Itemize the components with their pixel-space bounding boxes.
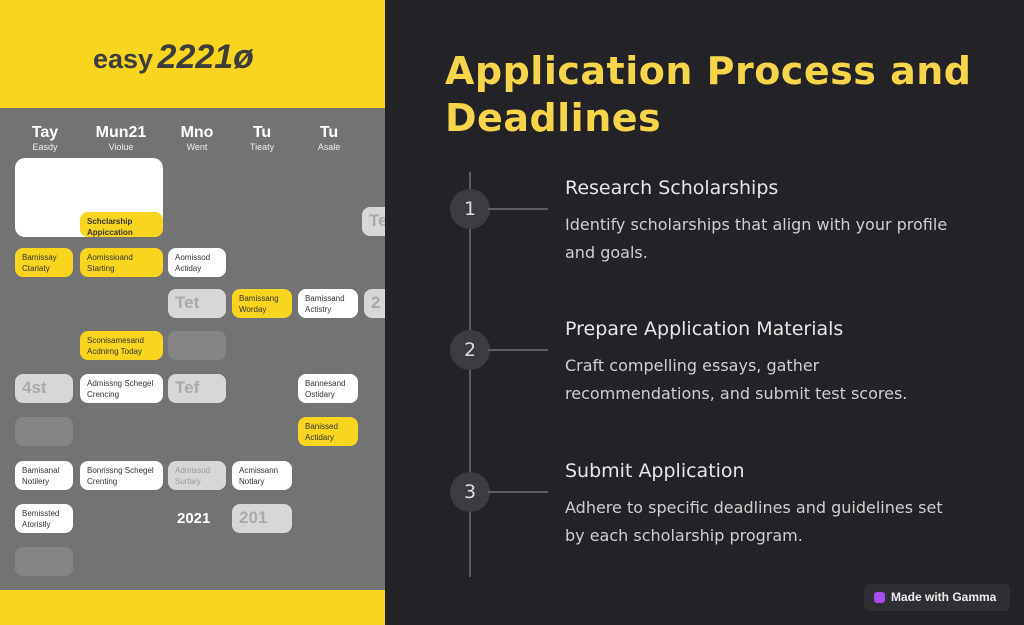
calendar-event: Bonrissng Schegel Crenting: [80, 461, 163, 490]
calendar-event: Bemissted Atoristly: [15, 504, 73, 533]
calendar-event: 2: [364, 289, 385, 318]
step-number: 1: [450, 189, 490, 229]
step-connector: [488, 491, 548, 493]
calendar-event: Bannesand Ostidary: [298, 374, 358, 403]
calendar-event: Banissed Actidary: [298, 417, 358, 446]
step-number: 2: [450, 330, 490, 370]
step-description: Identify scholarships that align with yo…: [565, 215, 948, 262]
day-name: Tu: [252, 124, 272, 141]
day-name: Mun21: [95, 124, 147, 141]
step-description: Adhere to specific deadlines and guideli…: [565, 498, 943, 545]
step-title: Submit Application: [565, 460, 745, 482]
calendar-event: Tef: [168, 374, 226, 403]
step-connector: [488, 349, 548, 351]
day-header: Mno Went: [172, 124, 222, 152]
calendar-event: Tet: [168, 289, 226, 318]
day-sub: Went: [186, 142, 208, 152]
calendar-event: Schclarship Appiccation: [80, 212, 163, 237]
step-connector: [488, 208, 548, 210]
day-sub: Asale: [317, 142, 341, 152]
calendar-event: Aomissod Actiday: [168, 248, 226, 277]
calendar-event: Te: [362, 207, 385, 236]
made-with-gamma-badge[interactable]: Made with Gamma: [864, 584, 1010, 611]
day-name: Tu: [319, 124, 339, 141]
calendar-event: Aomissioand Starting: [80, 248, 163, 277]
calendar-event: Acmissann Notlary: [232, 461, 292, 490]
day-header: Mun21 Violue: [85, 124, 157, 152]
day-sub: Violue: [108, 142, 134, 152]
calendar-event: Admissod Surfary: [168, 461, 226, 490]
logo-word: easy: [93, 44, 154, 74]
slide-title: Application Process and Deadlines: [445, 49, 972, 140]
calendar-event: 201: [232, 504, 292, 533]
calendar-empty-slot: [15, 547, 73, 576]
yellow-footer-band: [0, 590, 385, 625]
calendar-logo: easy 2221ø: [93, 38, 254, 77]
logo-number: 2221ø: [157, 38, 254, 76]
step-description: Craft compelling essays, gather recommen…: [565, 356, 908, 403]
calendar-event: Sconisamesand Acdnirng Today: [80, 331, 163, 360]
calendar-event: 4st: [15, 374, 73, 403]
calendar-event: Bamissay Ctariaty: [15, 248, 73, 277]
step-number: 3: [450, 472, 490, 512]
timeline-line: [469, 172, 471, 577]
day-sub: Easdy: [32, 142, 58, 152]
day-name: Mno: [180, 124, 214, 141]
day-header: Tu Tieaty: [237, 124, 287, 152]
step-title: Research Scholarships: [565, 177, 779, 199]
calendar-empty-slot: [15, 417, 73, 446]
day-header: Tay Easdy: [25, 124, 65, 152]
calendar-illustration: easy 2221ø Tay Easdy Mun21 Violue Mno Went …: [0, 0, 385, 625]
gamma-logo-icon: [874, 592, 885, 603]
badge-label: Made with Gamma: [891, 590, 997, 604]
day-name: Tay: [31, 124, 59, 141]
day-sub: Tieaty: [249, 142, 275, 152]
calendar-event: Bamisanal Notilery: [15, 461, 73, 490]
calendar-event: Admissng Schegel Crencing: [80, 374, 163, 403]
calendar-event: Bamissand Actistry: [298, 289, 358, 318]
calendar-event: Bamissang Worday: [232, 289, 292, 318]
day-header: Tu Asale: [304, 124, 354, 152]
step-title: Prepare Application Materials: [565, 318, 844, 340]
year-label: 2021: [177, 510, 211, 527]
calendar-empty-slot: [168, 331, 226, 360]
